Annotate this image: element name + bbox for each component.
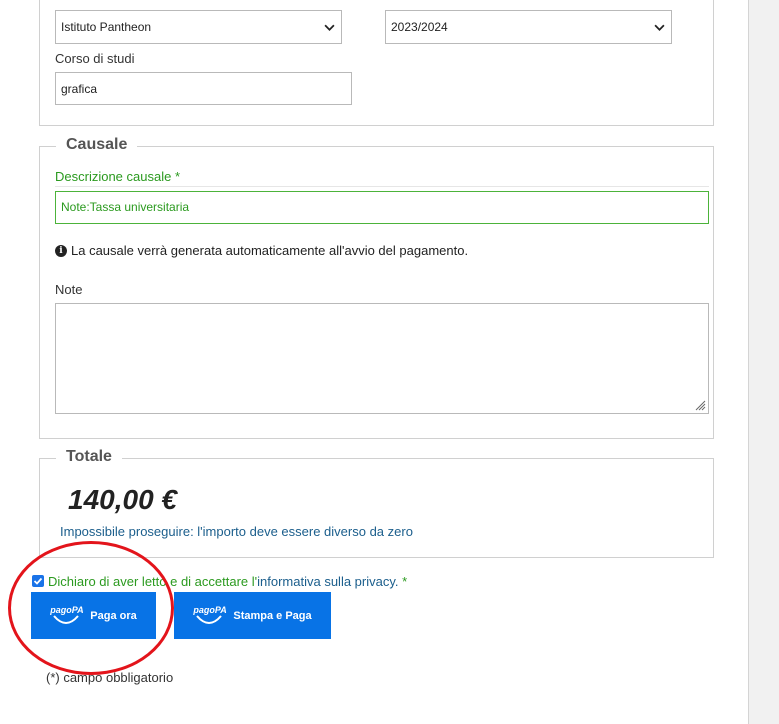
totale-legend: Totale [56, 448, 122, 466]
info-icon: i [55, 244, 67, 257]
causale-info-text: La causale verrà generata automaticament… [71, 243, 469, 258]
privacy-required-mark: * [398, 574, 408, 589]
institute-select-value: Istituto Pantheon [61, 20, 152, 34]
description-input-value: Note:Tassa universitaria [61, 200, 190, 214]
page-scrollbar[interactable] [748, 0, 779, 724]
course-input-value: grafica [61, 82, 98, 96]
notes-label: Note [55, 282, 83, 297]
description-label: Descrizione causale * [55, 169, 181, 184]
causale-legend: Causale [56, 136, 138, 154]
print-and-pay-button[interactable]: pagoPA Stampa e Paga [174, 592, 331, 639]
privacy-link[interactable]: informativa sulla privacy. [257, 574, 398, 589]
total-amount: 140,00 € [68, 484, 177, 515]
total-error-message: Impossibile proseguire: l'importo deve e… [60, 524, 413, 539]
causale-info: i La causale verrà generata automaticame… [55, 243, 468, 258]
academic-year-select[interactable]: 2023/2024 [385, 10, 672, 44]
course-input[interactable]: grafica [55, 72, 352, 105]
course-label: Corso di studi [55, 51, 135, 66]
chevron-down-icon [654, 24, 665, 31]
institute-select[interactable]: Istituto Pantheon [55, 10, 342, 44]
notes-textarea[interactable] [55, 303, 709, 414]
pagopa-logo-icon: pagoPA [193, 605, 227, 627]
highlight-circle-annotation [8, 541, 174, 675]
resize-handle-icon[interactable] [694, 399, 706, 411]
description-input[interactable]: Note:Tassa universitaria [55, 191, 709, 224]
divider [55, 186, 709, 187]
academic-year-value: 2023/2024 [391, 20, 448, 34]
chevron-down-icon [324, 24, 335, 31]
print-and-pay-label: Stampa e Paga [233, 609, 312, 622]
